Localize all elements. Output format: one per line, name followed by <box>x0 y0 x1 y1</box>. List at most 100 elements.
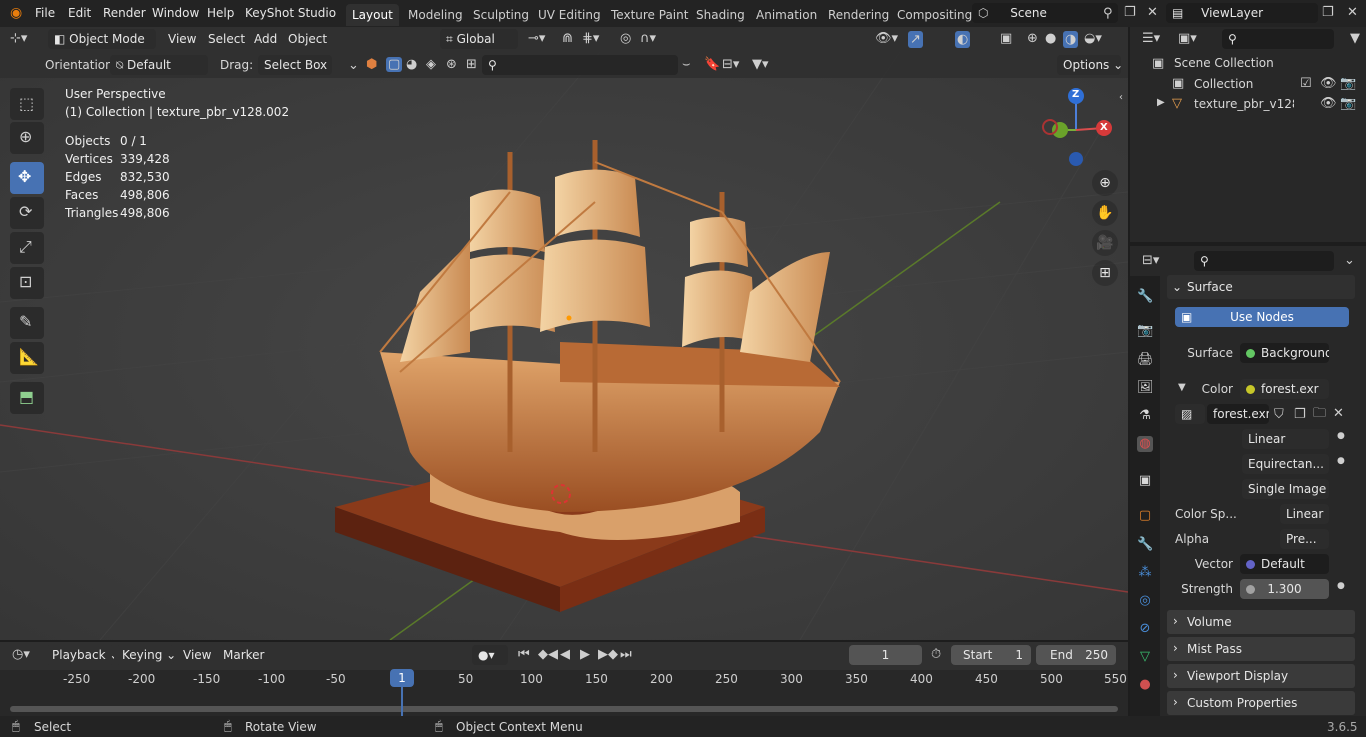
interpolation-dropdown[interactable]: Linear <box>1242 429 1329 449</box>
modifier-tab-icon[interactable]: 🔧 <box>1137 537 1153 553</box>
rendered-shading-icon[interactable]: ◒▾ <box>1084 32 1102 45</box>
material-shading-icon[interactable]: ◑ <box>1063 31 1079 48</box>
source-dropdown[interactable]: Single Image <box>1242 479 1329 499</box>
pin-icon[interactable]: ⚲ <box>1103 7 1113 20</box>
close-icon[interactable]: ✕ <box>1333 407 1344 420</box>
cursor-tool[interactable]: ⊕ <box>10 122 44 154</box>
select-menu[interactable]: Select <box>208 32 245 46</box>
constraints-tab-icon[interactable]: ⊘ <box>1137 621 1153 637</box>
move-tool[interactable]: ✥ <box>10 162 44 194</box>
outliner-search[interactable]: ⚲ <box>1222 29 1334 49</box>
keying-menu[interactable]: Keying ⌄ <box>116 645 174 665</box>
new-viewlayer-icon[interactable]: ❐ <box>1322 6 1334 19</box>
wireframe-shading-icon[interactable]: ⊕ <box>1027 32 1038 45</box>
marker-menu[interactable]: Marker <box>223 648 264 662</box>
prev-keyframe-icon[interactable]: ◆◀ <box>538 648 558 661</box>
render-tab-icon[interactable]: 📷 <box>1137 323 1153 339</box>
checkbox-icon[interactable]: ☑ <box>1300 77 1312 90</box>
menu-window[interactable]: Window <box>152 6 199 20</box>
annotate-tool[interactable]: ✎ <box>10 307 44 339</box>
scene-tab-icon[interactable]: ⚗ <box>1137 408 1153 424</box>
tool-tab-icon[interactable]: 🔧 <box>1137 289 1153 305</box>
curve-icon[interactable]: ⌣ <box>682 58 691 71</box>
visibility-icon[interactable]: 👁▾ <box>875 32 898 45</box>
jump-start-icon[interactable]: ⏮ <box>518 648 530 661</box>
ortho-toggle-icon[interactable]: ⊞ <box>1092 260 1118 286</box>
gizmo-toggle-icon[interactable]: ↗ <box>908 31 923 48</box>
view-menu[interactable]: View <box>168 32 196 46</box>
properties-search[interactable]: ⚲ <box>1194 251 1334 271</box>
playhead[interactable]: 1 <box>390 669 414 687</box>
editor-type-icon[interactable]: ⊹▾ <box>10 32 27 45</box>
proportional-edit-icon[interactable]: ◎ <box>620 32 631 45</box>
falloff-icon[interactable]: ∩▾ <box>640 32 656 45</box>
tab-rendering[interactable]: Rendering <box>822 4 895 26</box>
drag-dropdown[interactable]: Select Box <box>258 55 332 75</box>
viewlayer-selector[interactable]: ▤ ViewLayer <box>1166 3 1318 23</box>
tab-modeling[interactable]: Modeling <box>402 4 469 26</box>
collapse-arrow-icon[interactable]: ▼ <box>1178 383 1186 393</box>
camera-icon[interactable]: 📷 <box>1340 97 1356 110</box>
material-tab-icon[interactable]: ● <box>1137 677 1153 693</box>
add-menu[interactable]: Add <box>254 32 277 46</box>
collection-tab-icon[interactable]: ▣ <box>1137 473 1153 489</box>
playback-menu[interactable]: Playback ⌄ <box>46 645 114 665</box>
delete-scene-icon[interactable]: ✕ <box>1147 6 1158 19</box>
world-icon[interactable]: ⊛ <box>446 58 457 71</box>
tab-sculpting[interactable]: Sculpting <box>467 4 535 26</box>
timeline-view-menu[interactable]: View <box>183 648 211 662</box>
output-tab-icon[interactable]: 🖨 <box>1137 352 1154 368</box>
next-keyframe-icon[interactable]: ▶◆ <box>598 648 618 661</box>
color-cube-icon[interactable]: ⬢ <box>366 58 377 71</box>
solid-shading-icon[interactable]: ● <box>1045 32 1056 45</box>
hdri-icon[interactable]: ⊞ <box>466 58 477 71</box>
scene-collection-label[interactable]: Scene Collection <box>1174 56 1274 70</box>
tab-layout[interactable]: Layout <box>346 4 399 26</box>
3d-viewport[interactable] <box>0 52 1128 640</box>
orientation-dropdown[interactable]: ⍉ Default <box>110 55 208 75</box>
scene-selector[interactable]: ⬡ Scene <box>972 3 1118 23</box>
vector-field[interactable]: Default <box>1240 554 1329 574</box>
play-icon[interactable]: ▶ <box>580 648 590 661</box>
jump-end-icon[interactable]: ⏭ <box>620 648 632 661</box>
view-layer-tab-icon[interactable]: 🖼 <box>1137 380 1154 396</box>
color-field[interactable]: forest.exr <box>1240 379 1329 399</box>
select-box-tool[interactable]: ⬚ <box>10 88 44 120</box>
xray-icon[interactable]: ▣ <box>1000 32 1012 45</box>
physics-tab-icon[interactable]: ◎ <box>1137 593 1153 609</box>
menu-render[interactable]: Render <box>103 6 146 20</box>
options-button[interactable]: Options ⌄ <box>1057 55 1121 75</box>
world-tab-icon[interactable]: ◍ <box>1137 436 1153 452</box>
collection-label[interactable]: Collection <box>1194 77 1253 91</box>
overlay-icon[interactable]: ◐ <box>955 31 971 48</box>
play-reverse-icon[interactable]: ◀ <box>560 648 570 661</box>
rotate-tool[interactable]: ⟳ <box>10 197 44 229</box>
alpha-dropdown[interactable]: Pre... <box>1280 529 1329 549</box>
stopwatch-icon[interactable]: ⏱ <box>931 648 941 661</box>
image-browse-button[interactable]: ▨ <box>1175 404 1205 424</box>
delete-viewlayer-icon[interactable]: ✕ <box>1347 6 1358 19</box>
tab-uv-editing[interactable]: UV Editing <box>532 4 607 26</box>
current-frame-field[interactable]: 1 <box>849 645 922 665</box>
search-input[interactable]: ⚲ <box>482 55 678 75</box>
surface-field[interactable]: Background <box>1240 343 1329 363</box>
filter-icon[interactable]: ▼ <box>1350 32 1360 45</box>
sphere-icon[interactable]: ◕ <box>406 58 417 71</box>
folder-icon[interactable]: 🗀 <box>1313 407 1326 420</box>
scale-tool[interactable]: ⤢ <box>10 232 44 264</box>
volume-panel-header[interactable]: › Volume <box>1167 610 1355 634</box>
pan-hand-icon[interactable]: ✋ <box>1092 200 1118 226</box>
camera-view-icon[interactable]: 🎥 <box>1092 230 1118 256</box>
tab-animation[interactable]: Animation <box>750 4 823 26</box>
snap-target-icon[interactable]: ⋕▾ <box>582 32 599 45</box>
chevron-down-icon[interactable]: ⌄ <box>348 59 359 72</box>
tab-shading[interactable]: Shading <box>690 4 751 26</box>
select-mode-icon[interactable]: ▢ <box>386 57 403 72</box>
bookmark-icon[interactable]: 🔖 <box>704 58 720 71</box>
object-tab-icon[interactable]: ▢ <box>1137 508 1153 524</box>
end-frame-field[interactable]: End 250 <box>1036 645 1116 665</box>
image-name-field[interactable]: forest.exr <box>1207 404 1269 424</box>
display-mode-icon[interactable]: ▣▾ <box>1178 32 1197 45</box>
filter-icon[interactable]: ▼▾ <box>752 58 769 71</box>
pivot-icon[interactable]: ⊸▾ <box>528 32 545 45</box>
